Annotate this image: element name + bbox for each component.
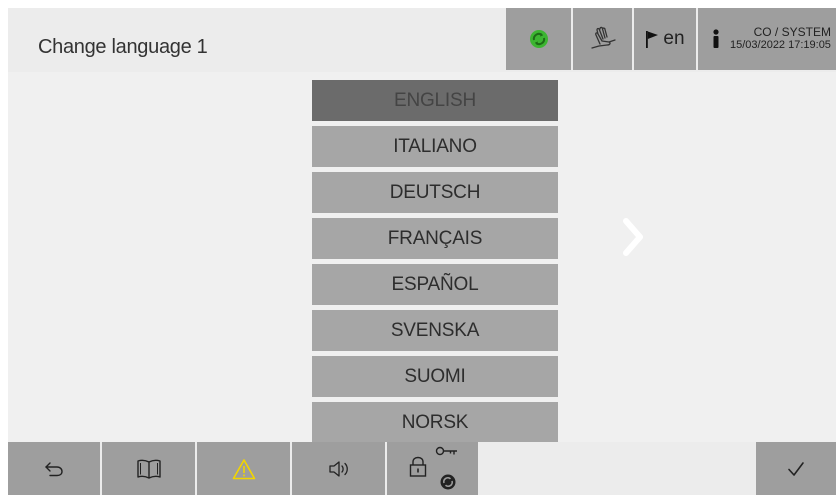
manual-button[interactable] bbox=[102, 442, 195, 495]
sound-button[interactable] bbox=[292, 442, 385, 495]
manual-hand-icon bbox=[590, 26, 616, 49]
sync-status-icon-small bbox=[440, 474, 456, 490]
language-code: en bbox=[663, 28, 685, 49]
next-page-button[interactable] bbox=[618, 212, 648, 262]
checkmark-icon bbox=[788, 461, 804, 476]
main-content: ENGLISH ITALIANO DEUTSCH FRANÇAIS ESPAÑO… bbox=[8, 72, 836, 443]
language-option-english[interactable]: ENGLISH bbox=[312, 80, 558, 121]
back-button[interactable] bbox=[8, 442, 100, 495]
manual-book-icon bbox=[136, 459, 161, 479]
language-option-norsk[interactable]: NORSK bbox=[312, 402, 558, 443]
footer-toolbar bbox=[8, 442, 836, 495]
language-option-deutsch[interactable]: DEUTSCH bbox=[312, 172, 558, 213]
chevron-right-icon bbox=[623, 218, 643, 256]
language-option-suomi[interactable]: SUOMI bbox=[312, 356, 558, 397]
language-option-svenska[interactable]: SVENSKA bbox=[312, 310, 558, 351]
lock-icon bbox=[409, 456, 427, 477]
app-window: Change language 1 en CO / SYSTEM 15/03/2… bbox=[8, 8, 836, 495]
lock-button[interactable] bbox=[387, 442, 478, 495]
language-option-espanol[interactable]: ESPAÑOL bbox=[312, 264, 558, 305]
user-info-text: CO / SYSTEM 15/03/2022 17:19:05 bbox=[730, 26, 831, 52]
speaker-icon bbox=[328, 460, 348, 477]
language-button[interactable]: en bbox=[634, 8, 696, 70]
sync-status-icon bbox=[529, 30, 548, 48]
warnings-button[interactable] bbox=[197, 442, 290, 495]
language-option-italiano[interactable]: ITALIANO bbox=[312, 126, 558, 167]
language-option-francais[interactable]: FRANÇAIS bbox=[312, 218, 558, 259]
date-time: 15/03/2022 17:19:05 bbox=[730, 39, 831, 51]
header-bar: Change language 1 en CO / SYSTEM 15/03/2… bbox=[8, 8, 836, 72]
footer-spacer bbox=[480, 442, 754, 495]
flag-icon bbox=[646, 31, 659, 48]
key-icon bbox=[435, 446, 457, 456]
confirm-button[interactable] bbox=[756, 442, 836, 495]
language-list: ENGLISH ITALIANO DEUTSCH FRANÇAIS ESPAÑO… bbox=[312, 80, 558, 448]
user-info-button[interactable]: CO / SYSTEM 15/03/2022 17:19:05 bbox=[698, 8, 836, 70]
warning-icon bbox=[232, 458, 255, 479]
back-arrow-icon bbox=[45, 461, 63, 476]
manual-mode-button[interactable] bbox=[573, 8, 632, 70]
sync-status-button[interactable] bbox=[506, 8, 571, 70]
user-info-icon bbox=[713, 29, 719, 48]
page-title: Change language 1 bbox=[38, 36, 208, 58]
user-role: CO / SYSTEM bbox=[753, 25, 831, 39]
